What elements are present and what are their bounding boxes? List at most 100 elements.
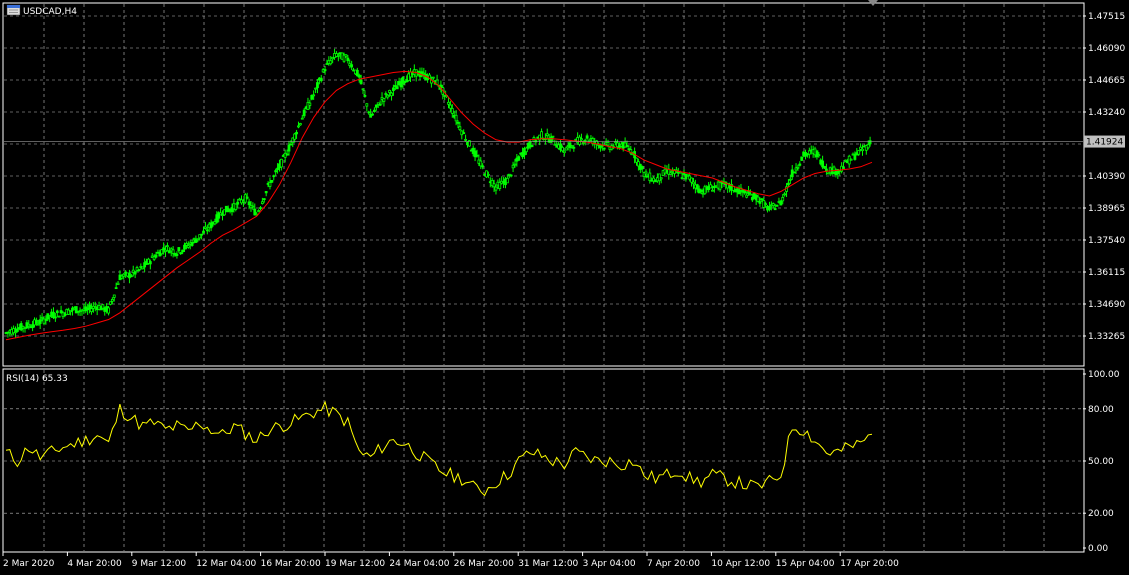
symbol-label: USDCAD,H4: [23, 7, 77, 17]
candle-body: [268, 182, 272, 187]
time-tick-label: 24 Mar 04:00: [389, 559, 449, 569]
candle-body: [669, 172, 673, 175]
candle-body: [371, 113, 374, 116]
candle-body: [775, 204, 779, 207]
candle-body: [485, 170, 488, 178]
candle-body: [323, 69, 327, 72]
candle-body: [367, 111, 371, 114]
candle-body: [431, 76, 435, 79]
candle-body: [581, 142, 585, 144]
candle-body: [853, 154, 857, 160]
candle-body: [314, 87, 317, 90]
candle-body: [27, 323, 31, 327]
candle-body: [308, 102, 312, 106]
candle-body: [137, 269, 141, 271]
candle-body: [285, 153, 289, 156]
candle-body: [530, 144, 534, 148]
candle-body: [779, 200, 783, 206]
candle-body: [302, 109, 306, 117]
candle-body: [162, 247, 166, 251]
candle-body: [783, 193, 787, 196]
candle-body: [361, 88, 365, 91]
candle-body: [749, 193, 752, 196]
price-tick-label: 1.37540: [1088, 236, 1125, 246]
candle-body: [479, 160, 483, 167]
price-tick-label: 1.34690: [1088, 300, 1125, 310]
candle-body: [34, 319, 38, 324]
candle-body: [788, 178, 792, 181]
candle-body: [800, 156, 804, 161]
candle-body: [336, 54, 340, 57]
candle-body: [422, 72, 426, 75]
candle-body: [513, 163, 517, 166]
candle-body: [388, 90, 392, 93]
candle-body: [678, 171, 682, 174]
candle-body: [109, 301, 112, 305]
candle-body: [365, 103, 369, 107]
candle-body: [625, 145, 629, 147]
candle-body: [823, 166, 826, 169]
candle-body: [183, 244, 186, 250]
candle-body: [758, 201, 762, 204]
time-tick-label: 3 Apr 04:00: [583, 559, 636, 569]
candle-body: [236, 201, 240, 205]
time-tick-label: 15 Apr 04:00: [776, 559, 835, 569]
candle-body: [276, 167, 279, 170]
candle-body: [374, 104, 378, 108]
candle-body: [475, 154, 479, 157]
candle-body: [857, 150, 861, 155]
price-tick-label: 1.46090: [1088, 44, 1125, 54]
candle-body: [580, 138, 583, 141]
candle-body: [572, 146, 576, 149]
candle-body: [116, 282, 120, 286]
candle-body: [181, 249, 185, 253]
chart-background: [0, 0, 1129, 575]
candle-body: [456, 121, 460, 124]
candle-body: [90, 308, 93, 313]
candle-body: [279, 158, 283, 168]
rsi-tick-label: 100.00: [1088, 370, 1120, 380]
price-tick-label: 1.38965: [1088, 204, 1125, 214]
candle-body: [319, 77, 323, 82]
candle-body: [164, 249, 167, 252]
candle-body: [204, 226, 207, 229]
chart-window-icon[interactable]: [6, 4, 21, 16]
time-tick-label: 12 Mar 04:00: [196, 559, 256, 569]
candle-body: [644, 171, 648, 175]
candle-body: [692, 181, 695, 185]
candle-body: [511, 164, 515, 169]
candle-body: [648, 172, 652, 181]
candle-body: [179, 252, 183, 255]
candle-body: [458, 126, 462, 131]
candle-body: [545, 133, 549, 137]
candle-body: [395, 86, 399, 90]
candle-body: [659, 177, 663, 180]
chart-window[interactable]: USDCAD,H4 RSI(14) 65.33 1.47515 1.46090 1.…: [0, 0, 1129, 575]
time-tick-label: 7 Apr 20:00: [647, 559, 700, 569]
candle-body: [205, 229, 209, 232]
time-tick-label: 4 Mar 20:00: [67, 559, 122, 569]
candle-body: [792, 171, 796, 174]
candle-body: [154, 254, 158, 258]
candle-body: [494, 186, 498, 191]
candle-body: [509, 174, 513, 177]
candle-body: [114, 287, 118, 290]
rsi-indicator-label: RSI(14) 65.33: [6, 374, 68, 384]
candle-body: [392, 87, 395, 92]
time-tick-label: 16 Mar 20:00: [261, 559, 321, 569]
candle-body: [602, 147, 606, 150]
candle-body: [196, 238, 200, 241]
candle-body: [36, 323, 40, 326]
candle-body: [798, 163, 802, 166]
candle-body: [462, 132, 466, 134]
candle-body: [40, 316, 44, 319]
candle-body: [297, 125, 300, 128]
candle-body: [699, 189, 703, 192]
candle-body: [14, 331, 17, 334]
candle-body: [764, 203, 768, 206]
candle-body: [57, 315, 61, 318]
candle-body: [112, 294, 116, 298]
candle-body: [606, 142, 610, 146]
rsi-tick-label: 20.00: [1088, 509, 1114, 519]
candle-body: [492, 183, 496, 188]
